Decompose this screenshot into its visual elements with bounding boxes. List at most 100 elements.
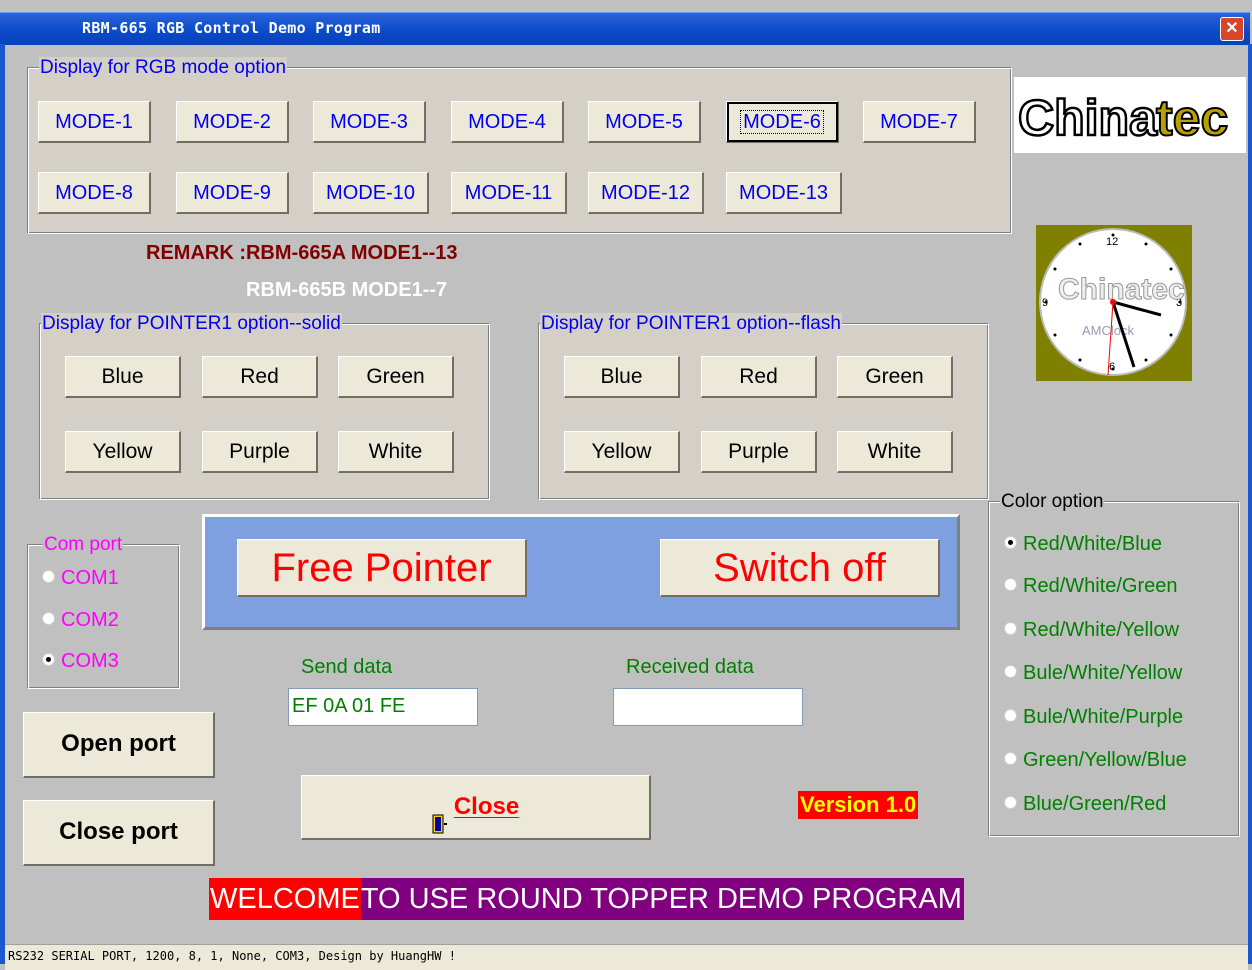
flash-green-button[interactable]: Green [837, 356, 953, 398]
clock-brand-watermark: Chinatec [1058, 273, 1185, 306]
clock-numeral-6: 6 [1109, 361, 1115, 373]
send-data-label: Send data [301, 656, 393, 678]
close-app-label: Close [453, 793, 520, 820]
remark-line-2: RBM-665B MODE1--7 [246, 279, 448, 301]
mode-2-label: MODE-2 [193, 111, 271, 133]
mode-11-button[interactable]: MODE-11 [451, 172, 567, 214]
mode-group-legend: Display for RGB mode option [39, 57, 288, 79]
com3-label: COM3 [61, 650, 119, 672]
clock-face-graphic: 12 3 6 9 Chinatec AMClock [1039, 228, 1187, 376]
logo-text-tec: tec [1156, 90, 1228, 146]
color-option-radio-5-dot[interactable] [1004, 709, 1017, 723]
open-port-button[interactable]: Open port [23, 712, 215, 778]
color-option-radio-6-dot[interactable] [1004, 752, 1017, 766]
mode-10-button[interactable]: MODE-10 [313, 172, 429, 214]
window-title: RBM-665 RGB Control Demo Program [82, 19, 381, 37]
pointer-flash-legend: Display for POINTER1 option--flash [540, 313, 842, 335]
title-bar[interactable]: RBM-665 RGB Control Demo Program ✕ [0, 12, 1250, 45]
flash-red-button[interactable]: Red [701, 356, 817, 398]
welcome-part-1: WELCOME [209, 878, 361, 920]
chinatec-logo: China tec [1014, 77, 1246, 153]
mode-3-label: MODE-3 [330, 111, 408, 133]
received-data-field[interactable] [613, 688, 803, 726]
window-close-button[interactable]: ✕ [1220, 17, 1244, 41]
mode-1-button[interactable]: MODE-1 [38, 101, 151, 143]
solid-green-button[interactable]: Green [338, 356, 454, 398]
switch-off-button[interactable]: Switch off [660, 539, 940, 597]
color-option-radio-7[interactable]: Blue/Green/Red [1004, 793, 1166, 817]
remark-line-1: REMARK :RBM-665A MODE1--13 [146, 242, 458, 264]
color-option-radio-1-dot[interactable] [1004, 536, 1017, 550]
app-window: RBM-665 RGB Control Demo Program ✕ Displ… [0, 0, 1252, 970]
com1-label: COM1 [61, 567, 119, 589]
color-option-radio-6[interactable]: Green/Yellow/Blue [1004, 749, 1187, 773]
mode-5-label: MODE-5 [605, 111, 683, 133]
door-exit-icon [432, 796, 448, 834]
window-frame-left [0, 44, 5, 964]
mode-6-button[interactable]: MODE-6 [726, 101, 839, 143]
solid-red-button[interactable]: Red [202, 356, 318, 398]
solid-white-button[interactable]: White [338, 431, 454, 473]
mode-8-button[interactable]: MODE-8 [38, 172, 151, 214]
mode-13-button[interactable]: MODE-13 [726, 172, 842, 214]
color-option-radio-1[interactable]: Red/White/Blue [1004, 533, 1162, 557]
mode-12-label: MODE-12 [601, 182, 690, 204]
mode-7-button[interactable]: MODE-7 [863, 101, 976, 143]
version-label: Version 1.0 [798, 791, 919, 819]
color-option-radio-4[interactable]: Bule/White/Yellow [1004, 662, 1182, 686]
pointer-flash-groupbox: Display for POINTER1 option--flash [539, 313, 989, 500]
mode-7-label: MODE-7 [880, 111, 958, 133]
color-option-label-5: Bule/White/Purple [1023, 706, 1184, 728]
mode-12-button[interactable]: MODE-12 [588, 172, 704, 214]
mode-10-label: MODE-10 [326, 182, 415, 204]
logo-text-china: China [1018, 90, 1158, 146]
mode-9-label: MODE-9 [193, 182, 271, 204]
color-option-label-3: Red/White/Yellow [1023, 619, 1180, 641]
close-app-button[interactable]: Close [301, 775, 651, 840]
close-port-button[interactable]: Close port [23, 800, 215, 866]
mode-2-button[interactable]: MODE-2 [176, 101, 289, 143]
flash-white-button[interactable]: White [837, 431, 953, 473]
clock-sub-label: AMClock [1082, 323, 1135, 338]
flash-yellow-button[interactable]: Yellow [564, 431, 680, 473]
logo-graphic: China tec [1017, 89, 1230, 148]
mode-5-button[interactable]: MODE-5 [588, 101, 701, 143]
mode-11-label: MODE-11 [464, 182, 553, 204]
color-option-radio-3[interactable]: Red/White/Yellow [1004, 619, 1179, 643]
com1-radio-dot[interactable] [42, 570, 55, 584]
flash-blue-button[interactable]: Blue [564, 356, 680, 398]
color-option-radio-3-dot[interactable] [1004, 622, 1017, 636]
window-frame-right [1248, 44, 1252, 964]
solid-purple-button[interactable]: Purple [202, 431, 318, 473]
color-option-radio-4-dot[interactable] [1004, 665, 1017, 679]
com3-radio-dot[interactable] [42, 653, 55, 667]
solid-blue-button[interactable]: Blue [65, 356, 181, 398]
com3-radio[interactable]: COM3 [42, 650, 119, 674]
com1-radio[interactable]: COM1 [42, 567, 119, 591]
mode-3-button[interactable]: MODE-3 [313, 101, 426, 143]
mode-4-button[interactable]: MODE-4 [451, 101, 564, 143]
mode-9-button[interactable]: MODE-9 [176, 172, 289, 214]
com-port-legend: Com port [43, 534, 124, 556]
pointer-solid-legend: Display for POINTER1 option--solid [41, 313, 342, 335]
com2-label: COM2 [61, 609, 119, 631]
color-option-label-4: Bule/White/Yellow [1023, 662, 1183, 684]
clock-numeral-9: 9 [1042, 297, 1048, 309]
welcome-part-2: TO USE ROUND TOPPER DEMO PROGRAM [360, 878, 964, 920]
send-data-field[interactable]: EF 0A 01 FE [288, 688, 478, 726]
color-option-label-7: Blue/Green/Red [1023, 793, 1167, 815]
flash-purple-button[interactable]: Purple [701, 431, 817, 473]
color-option-radio-2-dot[interactable] [1004, 578, 1017, 592]
pointer-solid-groupbox: Display for POINTER1 option--solid [40, 313, 490, 500]
free-pointer-button[interactable]: Free Pointer [237, 539, 527, 597]
color-option-legend: Color option [1000, 491, 1105, 513]
color-option-radio-2[interactable]: Red/White/Green [1004, 575, 1178, 599]
com2-radio[interactable]: COM2 [42, 609, 119, 633]
color-option-label-2: Red/White/Green [1023, 575, 1178, 597]
received-data-label: Received data [626, 656, 754, 678]
com2-radio-dot[interactable] [42, 612, 55, 626]
mode-8-label: MODE-8 [55, 182, 133, 204]
color-option-radio-7-dot[interactable] [1004, 796, 1017, 810]
color-option-radio-5[interactable]: Bule/White/Purple [1004, 706, 1183, 730]
solid-yellow-button[interactable]: Yellow [65, 431, 181, 473]
